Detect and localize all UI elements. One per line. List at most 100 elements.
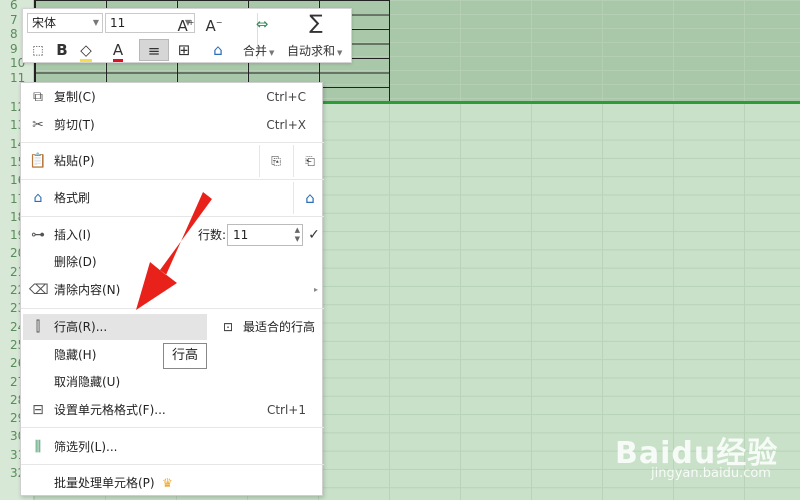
eraser-icon: ⌫ [29, 282, 49, 298]
increase-font-icon[interactable]: A+ [175, 12, 197, 35]
chevron-down-icon: ▼ [92, 18, 99, 27]
row-number[interactable]: 16 [0, 173, 25, 188]
menu-separator [21, 464, 324, 465]
watermark-url: jingyan.baidu.com [651, 466, 771, 481]
menu-item-filter-column[interactable]: ⫼ 筛选列(L)... [21, 434, 324, 460]
menu-item-best-fit-row-height[interactable]: 最适合的行高 [243, 314, 315, 340]
row-number[interactable]: 28 [0, 393, 25, 408]
context-menu: ⧉ 复制(C) Ctrl+C ✂ 剪切(T) Ctrl+X 📋 粘贴(P) ⎘ … [20, 82, 325, 496]
menu-separator [21, 142, 324, 143]
row-number[interactable]: 19 [0, 228, 25, 243]
menu-item-copy[interactable]: ⧉ 复制(C) Ctrl+C [21, 84, 324, 110]
menu-separator [21, 427, 324, 428]
row-number[interactable]: 22 [0, 283, 25, 298]
fill-color-icon[interactable]: ◇ [75, 39, 97, 62]
select-icon[interactable]: ⬚ [27, 39, 49, 61]
row-number[interactable]: 11 [0, 71, 25, 86]
menu-item-label: 批量处理单元格(P) [54, 476, 155, 490]
row-number[interactable]: 8 [0, 27, 22, 42]
paste-text-icon[interactable]: ⎘ [265, 150, 287, 172]
row-number[interactable]: 14 [0, 137, 25, 152]
mini-toolbar: 宋体 ▼ 11 ▼ A+ A− ⬚ B ◇ A ≡ ⊞ ⌂ ⇔ 合并 ▼ ∑ 自动求和… [22, 8, 352, 63]
shortcut-label: Ctrl+X [266, 118, 306, 132]
spinner-icon[interactable]: ▲ ▼ [295, 226, 300, 244]
menu-separator [21, 179, 324, 180]
menu-item-label: 行高(R)... [54, 320, 108, 334]
format-brush-icon[interactable]: ⌂ [207, 39, 229, 61]
menu-item-label: 格式刷 [54, 191, 91, 205]
menu-item-label: 设置单元格格式(F)... [54, 403, 166, 417]
bold-icon[interactable]: B [51, 39, 73, 61]
menu-item-format-cells[interactable]: ⊟ 设置单元格格式(F)... Ctrl+1 [21, 397, 324, 423]
row-number[interactable]: 9 [0, 42, 22, 57]
chevron-right-icon: ▸ [313, 285, 318, 294]
format-brush-multi-icon[interactable]: ⌂ [299, 187, 321, 209]
row-number[interactable]: 12 [0, 100, 25, 115]
shortcut-label: Ctrl+C [266, 90, 306, 104]
crown-icon: ♛ [162, 476, 173, 490]
row-number[interactable]: 10 [0, 56, 25, 71]
row-number[interactable]: 15 [0, 155, 25, 170]
best-fit-icon: ⊡ [222, 320, 234, 334]
row-number[interactable]: 13 [0, 118, 25, 133]
row-number[interactable]: 24 [0, 320, 25, 335]
merge-button[interactable]: 合并 ▼ [243, 42, 274, 59]
row-number[interactable]: 20 [0, 246, 25, 261]
menu-item-label: 剪切(T) [54, 118, 95, 132]
row-number[interactable]: 31 [0, 448, 25, 463]
format-cells-icon: ⊟ [32, 402, 44, 418]
menu-item-label: 插入(I) [54, 228, 91, 242]
row-number[interactable]: 32 [0, 466, 25, 481]
format-brush-icon: ⌂ [33, 190, 43, 206]
menu-item-label: 隐藏(H) [54, 348, 97, 362]
menu-item-delete[interactable]: 删除(D) [21, 249, 324, 275]
row-number[interactable]: 27 [0, 375, 25, 390]
row-number[interactable]: 21 [0, 265, 25, 280]
rows-count-label: 行数: [198, 228, 227, 242]
shortcut-label: Ctrl+1 [266, 403, 306, 417]
menu-item-label: 取消隐藏(U) [54, 375, 121, 389]
menu-item-batch-process[interactable]: 批量处理单元格(P) ♛ [21, 470, 324, 496]
menu-item-label: 删除(D) [54, 255, 97, 269]
row-number[interactable]: 25 [0, 338, 25, 353]
rows-count-value: 11 [233, 228, 249, 242]
row-number[interactable]: 26 [0, 356, 25, 371]
align-center-icon[interactable]: ≡ [139, 39, 169, 61]
merge-icon[interactable]: ⇔ [249, 13, 275, 35]
sum-icon[interactable]: ∑ [303, 11, 329, 33]
row-number[interactable]: 17 [0, 192, 25, 207]
insert-row-icon: ⊶ [31, 227, 45, 243]
font-name-value: 宋体 [32, 16, 57, 30]
row-number[interactable]: 6 [0, 0, 22, 13]
menu-separator [21, 216, 324, 217]
watermark: Baidu经验 jingyan.baidu.com [615, 428, 795, 488]
row-number[interactable]: 29 [0, 411, 25, 426]
menu-item-label: 筛选列(L)... [54, 440, 118, 454]
menu-item-label: 复制(C) [54, 90, 96, 104]
font-color-icon[interactable]: A [107, 39, 129, 62]
paste-icon: 📋 [29, 153, 47, 169]
paste-values-icon[interactable]: ⎗ [299, 150, 321, 172]
row-number[interactable]: 7 [0, 13, 22, 28]
scissors-icon: ✂ [32, 117, 44, 133]
border-icon[interactable]: ⊞ [173, 39, 195, 61]
autosum-button[interactable]: 自动求和 ▼ [287, 42, 342, 59]
menu-item-format-painter[interactable]: ⌂ 格式刷 [21, 185, 324, 211]
filter-column-icon: ⫼ [34, 439, 42, 455]
row-number[interactable]: 23 [0, 301, 25, 316]
decrease-font-icon[interactable]: A− [203, 12, 225, 35]
menu-item-clear[interactable]: ⌫ 清除内容(N) ▸ [21, 277, 324, 303]
font-name-select[interactable]: 宋体 ▼ [27, 13, 103, 33]
menu-item-label: 粘贴(P) [54, 154, 95, 168]
menu-item-cut[interactable]: ✂ 剪切(T) Ctrl+X [21, 112, 324, 138]
menu-separator [21, 308, 324, 309]
tooltip: 行高 [163, 343, 207, 369]
row-height-icon: ⫿ [35, 319, 41, 335]
row-number[interactable]: 30 [0, 429, 25, 444]
menu-item-unhide[interactable]: 取消隐藏(U) [21, 369, 324, 395]
row-number[interactable]: 18 [0, 210, 25, 225]
rows-count-input[interactable]: 11 ▲ ▼ [227, 224, 303, 246]
confirm-check-icon[interactable]: ✓ [303, 224, 325, 246]
copy-icon: ⧉ [33, 89, 43, 105]
font-size-value: 11 [110, 16, 126, 30]
